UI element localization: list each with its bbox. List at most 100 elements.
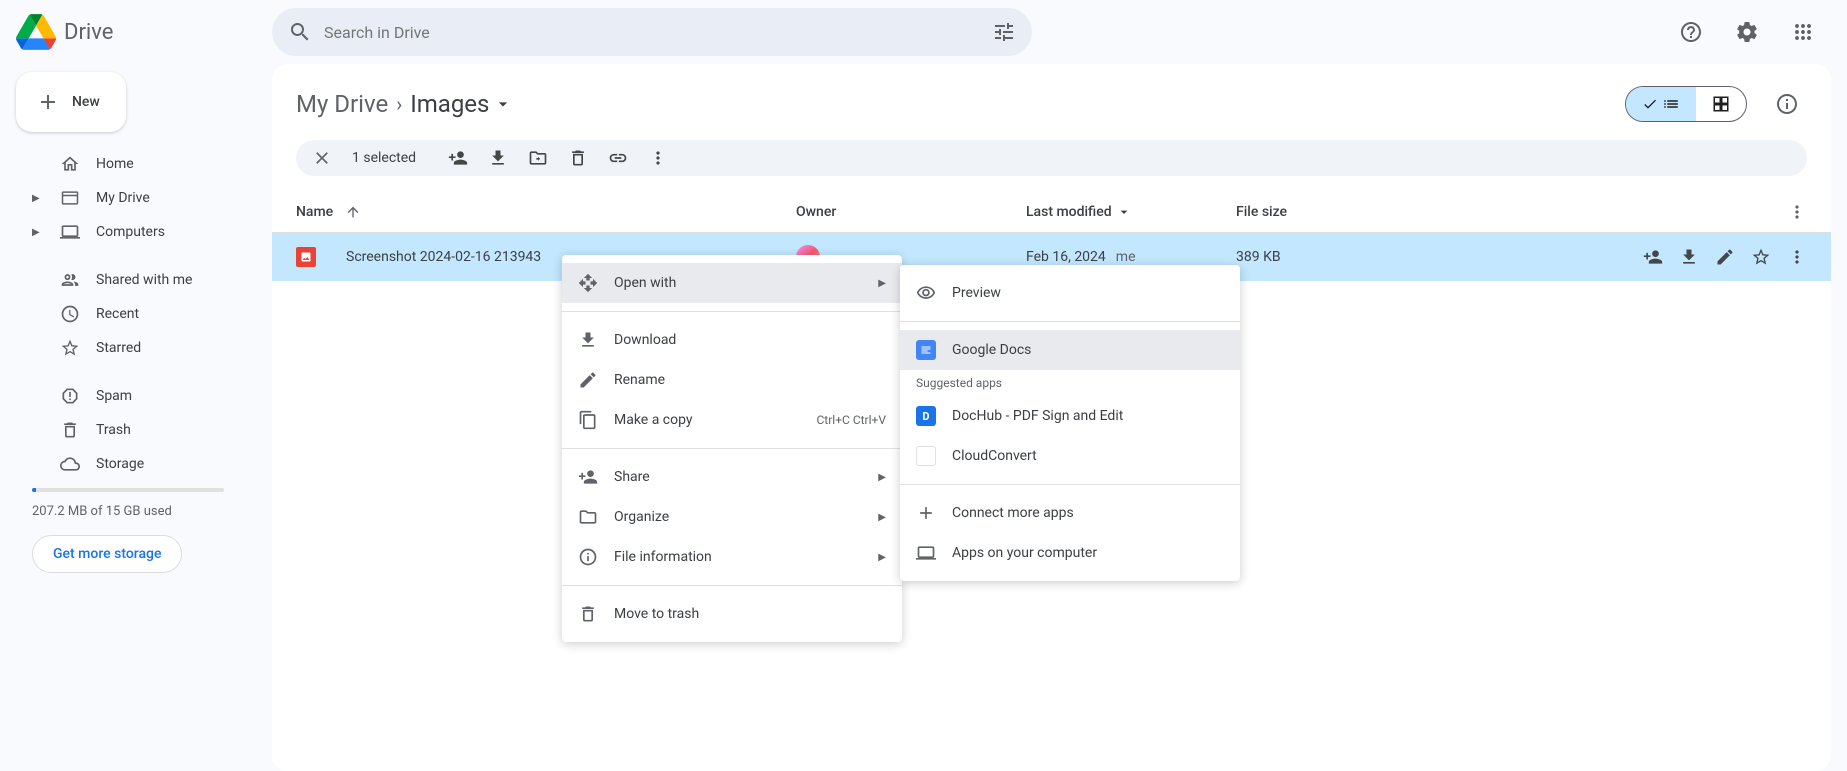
ctx-share[interactable]: Share ▶ xyxy=(562,457,902,497)
search-bar[interactable] xyxy=(272,8,1032,56)
column-size[interactable]: File size xyxy=(1236,204,1436,220)
row-actions xyxy=(1643,247,1807,267)
search-section xyxy=(272,8,1671,56)
view-toggle xyxy=(1625,86,1747,122)
submenu-google-docs[interactable]: Google Docs xyxy=(900,330,1240,370)
table-header: Name Owner Last modified File size xyxy=(272,192,1831,233)
selection-count: 1 selected xyxy=(352,150,416,166)
copy-icon xyxy=(578,410,598,430)
submenu-preview[interactable]: Preview xyxy=(900,273,1240,313)
column-owner[interactable]: Owner xyxy=(796,204,1026,220)
list-icon xyxy=(1662,95,1680,113)
chevron-right-icon: ▶ xyxy=(32,227,44,238)
folder-icon xyxy=(578,507,598,527)
sidebar-item-recent[interactable]: Recent xyxy=(16,298,240,330)
chevron-right-icon: ▶ xyxy=(878,278,886,289)
sidebar-item-mydrive[interactable]: ▶ My Drive xyxy=(16,182,240,214)
link-action-button[interactable] xyxy=(608,148,628,168)
info-icon xyxy=(578,547,598,567)
open-with-submenu: Preview Google Docs Suggested apps D Doc… xyxy=(900,265,1240,581)
open-with-icon xyxy=(578,273,598,293)
more-row-button[interactable] xyxy=(1787,247,1807,267)
plus-icon xyxy=(916,503,936,523)
submenu-connect-apps[interactable]: Connect more apps xyxy=(900,493,1240,533)
column-actions xyxy=(1436,202,1807,222)
submenu-cloudconvert[interactable]: ☁ CloudConvert xyxy=(900,436,1240,476)
list-view-button[interactable] xyxy=(1626,87,1696,121)
search-input[interactable] xyxy=(324,23,992,42)
modified-cell: Feb 16, 2024 me xyxy=(1026,249,1236,265)
clock-icon xyxy=(60,304,80,324)
star-row-button[interactable] xyxy=(1751,247,1771,267)
get-storage-button[interactable]: Get more storage xyxy=(32,535,182,573)
share-row-button[interactable] xyxy=(1643,247,1663,267)
ctx-rename[interactable]: Rename xyxy=(562,360,902,400)
trash-icon xyxy=(578,604,598,624)
sidebar-item-trash[interactable]: Trash xyxy=(16,414,240,446)
new-button[interactable]: New xyxy=(16,72,126,132)
breadcrumb-current[interactable]: Images xyxy=(410,90,513,118)
sidebar-item-storage[interactable]: Storage xyxy=(16,448,240,480)
chevron-right-icon: ▶ xyxy=(32,193,44,204)
header: Drive xyxy=(0,0,1847,64)
plus-icon xyxy=(36,90,60,114)
check-icon xyxy=(1642,96,1658,112)
computer-icon xyxy=(60,222,80,242)
share-action-button[interactable] xyxy=(448,148,468,168)
sidebar-item-computers[interactable]: ▶ Computers xyxy=(16,216,240,248)
dochub-icon: D xyxy=(916,406,936,426)
ctx-make-copy[interactable]: Make a copy Ctrl+C Ctrl+V xyxy=(562,400,902,440)
sidebar-item-spam[interactable]: Spam xyxy=(16,380,240,412)
ctx-trash[interactable]: Move to trash xyxy=(562,594,902,634)
selection-actions xyxy=(448,148,668,168)
logo-section[interactable]: Drive xyxy=(16,12,272,52)
close-selection-button[interactable] xyxy=(312,148,332,168)
image-file-icon xyxy=(296,247,316,267)
header-icons xyxy=(1671,12,1831,52)
sort-up-icon xyxy=(345,204,361,220)
sidebar-item-home[interactable]: Home xyxy=(16,148,240,180)
more-icon[interactable] xyxy=(1787,202,1807,222)
grid-view-button[interactable] xyxy=(1696,87,1746,121)
sidebar-item-starred[interactable]: Starred xyxy=(16,332,240,364)
download-icon xyxy=(578,330,598,350)
rename-row-button[interactable] xyxy=(1715,247,1735,267)
info-button[interactable] xyxy=(1767,84,1807,124)
ctx-open-with[interactable]: Open with ▶ xyxy=(562,263,902,303)
ctx-organize[interactable]: Organize ▶ xyxy=(562,497,902,537)
chevron-right-icon: › xyxy=(396,92,402,116)
ctx-file-info[interactable]: File information ▶ xyxy=(562,537,902,577)
breadcrumb-root[interactable]: My Drive xyxy=(296,90,388,118)
share-icon xyxy=(578,467,598,487)
home-icon xyxy=(60,154,80,174)
storage-text: 207.2 MB of 15 GB used xyxy=(16,500,240,523)
download-row-button[interactable] xyxy=(1679,247,1699,267)
drive-logo-icon xyxy=(16,12,56,52)
ctx-download[interactable]: Download xyxy=(562,320,902,360)
column-modified[interactable]: Last modified xyxy=(1026,204,1236,220)
more-action-button[interactable] xyxy=(648,148,668,168)
delete-action-button[interactable] xyxy=(568,148,588,168)
move-action-button[interactable] xyxy=(528,148,548,168)
column-name[interactable]: Name xyxy=(296,204,796,220)
submenu-computer-apps[interactable]: Apps on your computer xyxy=(900,533,1240,573)
selection-bar: 1 selected xyxy=(296,140,1807,176)
chevron-right-icon: ▶ xyxy=(878,512,886,523)
grid-icon xyxy=(1712,95,1730,113)
size-cell: 389 KB xyxy=(1236,249,1436,265)
help-button[interactable] xyxy=(1671,12,1711,52)
spam-icon xyxy=(60,386,80,406)
download-action-button[interactable] xyxy=(488,148,508,168)
search-options-icon[interactable] xyxy=(992,20,1016,44)
settings-button[interactable] xyxy=(1727,12,1767,52)
chevron-right-icon: ▶ xyxy=(878,472,886,483)
suggested-apps-header: Suggested apps xyxy=(900,370,1240,396)
star-icon xyxy=(60,338,80,358)
apps-button[interactable] xyxy=(1783,12,1823,52)
new-button-label: New xyxy=(72,94,100,110)
sidebar-item-shared[interactable]: Shared with me xyxy=(16,264,240,296)
app-title: Drive xyxy=(64,20,113,45)
breadcrumb: My Drive › Images xyxy=(272,64,1831,140)
people-icon xyxy=(60,270,80,290)
submenu-dochub[interactable]: D DocHub - PDF Sign and Edit xyxy=(900,396,1240,436)
